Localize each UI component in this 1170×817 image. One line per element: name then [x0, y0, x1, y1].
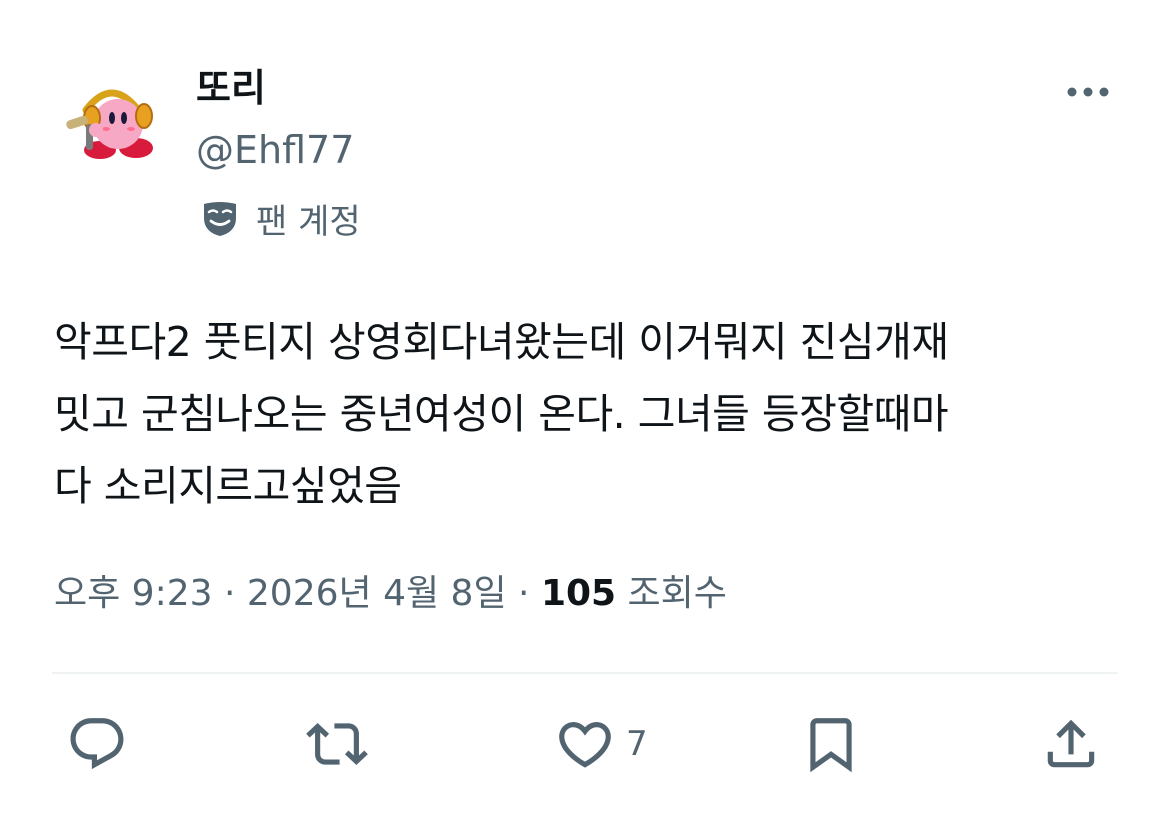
like-count: 7 — [626, 724, 648, 764]
share-icon — [1047, 719, 1095, 768]
tweet-date[interactable]: 2026년 4월 8일 — [247, 573, 507, 614]
tweet-text-line: 밋고 군침나오는 중년여성이 온다. 그녀들 등장할때마 — [54, 390, 949, 438]
kirby-avatar-icon — [52, 58, 172, 178]
views-label[interactable]: 조회수 — [628, 573, 727, 614]
reply-button[interactable] — [66, 712, 128, 776]
retweet-button[interactable] — [306, 712, 368, 776]
share-button[interactable] — [1040, 712, 1102, 776]
meta-separator: · — [223, 573, 236, 614]
more-options-button[interactable] — [1058, 72, 1118, 112]
tweet-text: 악프다2 풋티지 상영회다녀왔는데 이거뭐지 진심개재 밋고 군침나오는 중년여… — [54, 306, 1129, 522]
reply-icon — [70, 718, 124, 770]
display-name[interactable]: 또리 — [196, 62, 266, 114]
account-label: 팬 계정 — [198, 192, 361, 244]
divider — [52, 672, 1118, 674]
tweet-meta: 오후 9:23 · 2026년 4월 8일 · 105 조회수 — [54, 568, 727, 620]
bookmark-icon — [810, 718, 852, 773]
bookmark-button[interactable] — [800, 712, 862, 776]
avatar[interactable] — [52, 58, 172, 178]
heart-icon — [559, 722, 611, 768]
retweet-icon — [306, 723, 368, 765]
account-label-text: 팬 계정 — [256, 201, 361, 242]
tweet-text-line: 다 소리지르고싶었음 — [54, 462, 402, 510]
more-horizontal-icon — [1067, 87, 1109, 97]
theater-mask-icon — [204, 202, 236, 236]
user-handle[interactable]: @Ehfl77 — [196, 124, 354, 176]
views-count[interactable]: 105 — [541, 573, 616, 614]
meta-separator: · — [518, 573, 530, 614]
tweet-text-line: 악프다2 풋티지 상영회다녀왔는데 이거뭐지 진심개재 — [54, 318, 949, 366]
tweet-time[interactable]: 오후 9:23 — [54, 573, 213, 614]
like-button[interactable]: 7 — [554, 712, 648, 776]
